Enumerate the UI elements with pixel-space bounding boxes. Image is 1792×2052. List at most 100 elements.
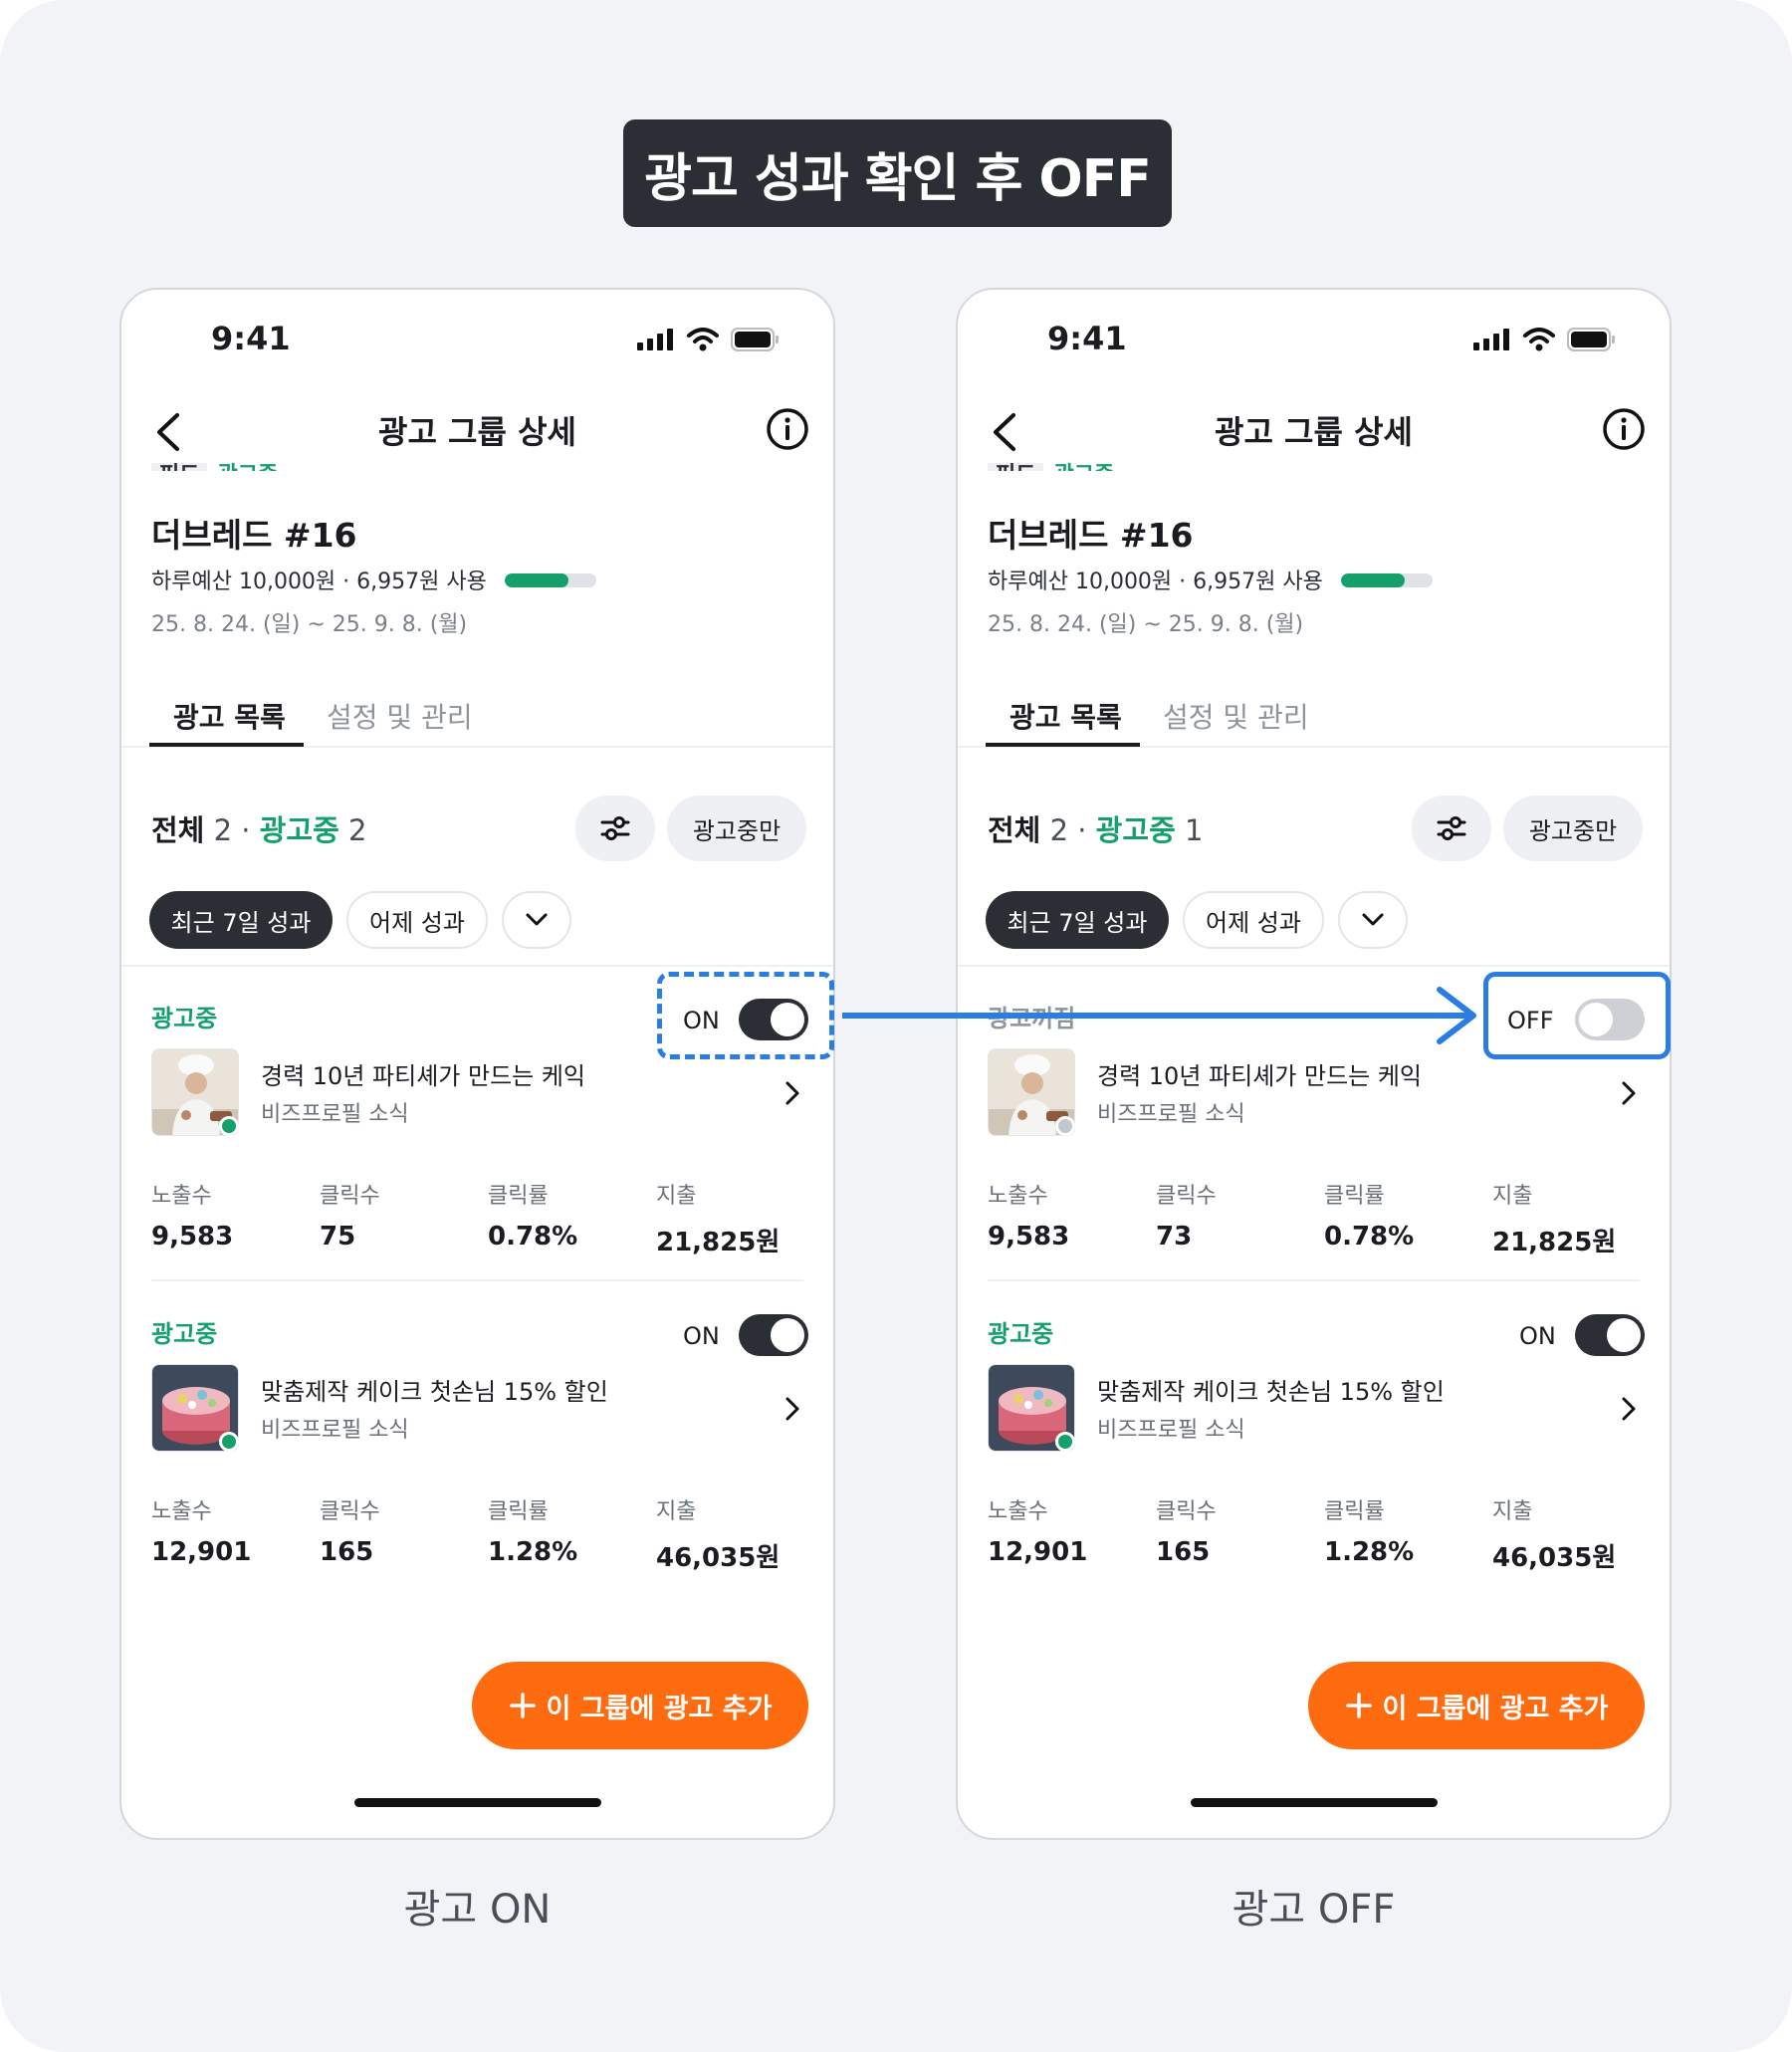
highlight-toggle-off xyxy=(1483,972,1671,1059)
toggle-knob xyxy=(771,1318,804,1352)
budget-text: 하루예산 10,000원 · 6,957원 사용 xyxy=(151,570,487,594)
info-icon[interactable] xyxy=(766,407,809,451)
active-only-button[interactable]: 광고중만 xyxy=(1503,796,1643,861)
ad-count-summary: 전체 2 · 광고중 1 xyxy=(988,807,1203,849)
placement-tag: 피드 xyxy=(988,463,1044,471)
chevron-right-icon[interactable] xyxy=(1619,1078,1639,1108)
active-only-button[interactable]: 광고중만 xyxy=(667,796,806,861)
add-ad-label: 이 그룹에 광고 추가 xyxy=(546,1693,773,1724)
ad-live-dot xyxy=(1055,1432,1075,1452)
caption-ad-off: 광고 OFF xyxy=(1232,1887,1396,1933)
divider xyxy=(121,965,833,967)
metric-impressions: 노출수 12,901 xyxy=(151,1493,321,1567)
summary-active-count: 1 xyxy=(1184,813,1204,847)
ad-live-dot xyxy=(219,1116,239,1136)
phone-ad-off: 9:41 광고 그룹 상세 피드광고중 더브레드 #16 하루예산 10,000… xyxy=(956,288,1672,1840)
status-icons xyxy=(1473,328,1615,351)
ad-title: 경력 10년 파티셰가 만드는 케익 xyxy=(261,1062,586,1090)
divider xyxy=(151,1279,803,1281)
battery-icon xyxy=(1567,328,1615,351)
tab-settings[interactable]: 설정 및 관리 xyxy=(1163,696,1309,736)
metric-value: 21,825원 xyxy=(656,1228,781,1257)
filter-icon xyxy=(1437,816,1466,840)
metric-value: 73 xyxy=(1156,1222,1193,1252)
metric-clicks: 클릭수 165 xyxy=(320,1493,489,1567)
budget-progress-fill xyxy=(505,573,569,587)
metric-label: 클릭률 xyxy=(488,1184,549,1209)
info-icon[interactable] xyxy=(1602,407,1646,451)
tab-bar: 광고 목록 설정 및 관리 xyxy=(958,696,1670,748)
ad-status-label: 광고중 xyxy=(988,1320,1054,1348)
toggle-knob xyxy=(1607,1318,1641,1352)
metric-value: 12,901 xyxy=(988,1537,1088,1567)
metric-label: 클릭률 xyxy=(488,1499,549,1524)
metric-value: 75 xyxy=(320,1222,356,1252)
status-icons xyxy=(637,328,779,351)
metric-label: 클릭수 xyxy=(1156,1184,1217,1209)
chip-recent-7days[interactable]: 최근 7일 성과 xyxy=(149,891,333,949)
metric-impressions: 노출수 9,583 xyxy=(988,1178,1157,1252)
summary-all-count: 2 xyxy=(1049,813,1069,847)
filter-button[interactable] xyxy=(575,796,655,861)
chevron-right-icon[interactable] xyxy=(1619,1394,1639,1424)
placement-tag: 피드 xyxy=(151,463,208,471)
budget-progress xyxy=(505,573,596,587)
metric-label: 지출 xyxy=(656,1499,697,1524)
plus-icon xyxy=(1345,1693,1372,1718)
metric-label: 클릭수 xyxy=(320,1499,380,1524)
metric-spend: 지출 21,825원 xyxy=(656,1178,825,1258)
ad-item[interactable]: 광고중 ON 맞춤제작 케이크 첫손님 15% 할인 비즈프로필 소식 노출수 1… xyxy=(958,1314,1670,1613)
ad-title: 맞춤제작 케이크 첫손님 15% 할인 xyxy=(1097,1378,1445,1406)
home-indicator xyxy=(354,1798,601,1807)
budget-progress-fill xyxy=(1341,573,1406,587)
metric-label: 지출 xyxy=(1492,1499,1533,1524)
tab-ad-list[interactable]: 광고 목록 xyxy=(1009,696,1122,736)
add-ad-button[interactable]: 이 그룹에 광고 추가 xyxy=(1308,1662,1645,1749)
filter-button[interactable] xyxy=(1412,796,1491,861)
ad-live-dot xyxy=(219,1432,239,1452)
ad-toggle-switch[interactable] xyxy=(1575,1314,1645,1356)
chevron-right-icon[interactable] xyxy=(783,1078,802,1108)
period-dropdown[interactable] xyxy=(1338,891,1408,949)
metric-value: 12,901 xyxy=(151,1537,252,1567)
metric-value: 1.28% xyxy=(1324,1537,1415,1567)
metric-clicks: 클릭수 73 xyxy=(1156,1178,1325,1252)
canvas: 광고 성과 확인 후 OFF 9:41 광고 그룹 상세 피드광고중 더브레드 … xyxy=(0,0,1792,2052)
metric-spend: 지출 46,035원 xyxy=(656,1493,825,1574)
tab-ad-list[interactable]: 광고 목록 xyxy=(173,696,286,736)
metric-value: 0.78% xyxy=(1324,1222,1415,1252)
metric-impressions: 노출수 9,583 xyxy=(151,1178,321,1252)
ad-title: 맞춤제작 케이크 첫손님 15% 할인 xyxy=(261,1378,608,1406)
metric-label: 노출수 xyxy=(988,1184,1048,1209)
toggle-state-label: ON xyxy=(683,1322,720,1350)
metric-label: 클릭수 xyxy=(1156,1499,1217,1524)
metric-value: 21,825원 xyxy=(1492,1228,1617,1257)
page-title: 광고 그룹 상세 xyxy=(378,413,576,451)
ad-status-label: 광고중 xyxy=(151,1320,218,1348)
ad-source: 비즈프로필 소식 xyxy=(1097,1418,1245,1443)
tab-settings[interactable]: 설정 및 관리 xyxy=(327,696,473,736)
home-indicator xyxy=(1191,1798,1438,1807)
ad-source: 비즈프로필 소식 xyxy=(1097,1102,1245,1127)
ad-item[interactable]: 광고중 ON 맞춤제작 케이크 첫손님 15% 할인 비즈프로필 소식 노출수 1… xyxy=(121,1314,833,1613)
chevron-right-icon[interactable] xyxy=(783,1394,802,1424)
phone-ad-on: 9:41 광고 그룹 상세 피드광고중 더브레드 #16 하루예산 10,000… xyxy=(119,288,835,1840)
ad-toggle-switch[interactable] xyxy=(739,1314,808,1356)
campaign-dates: 25. 8. 24. (일) ~ 25. 9. 8. (월) xyxy=(151,612,468,637)
arrow-right-icon xyxy=(842,987,1476,1044)
banner-title: 광고 성과 확인 후 OFF xyxy=(623,119,1172,227)
campaign-title: 더브레드 #16 xyxy=(988,516,1194,555)
summary-active-label: 광고중 xyxy=(259,813,339,847)
period-dropdown[interactable] xyxy=(502,891,571,949)
add-ad-button[interactable]: 이 그룹에 광고 추가 xyxy=(472,1662,808,1749)
chip-yesterday[interactable]: 어제 성과 xyxy=(346,891,488,949)
chip-recent-7days[interactable]: 최근 7일 성과 xyxy=(986,891,1169,949)
chip-yesterday[interactable]: 어제 성과 xyxy=(1183,891,1324,949)
divider xyxy=(988,1279,1640,1281)
metric-clicks: 클릭수 75 xyxy=(320,1178,489,1252)
ad-source: 비즈프로필 소식 xyxy=(261,1418,409,1443)
metric-ctr: 클릭률 1.28% xyxy=(488,1493,657,1567)
wifi-icon xyxy=(687,328,719,351)
tab-bar: 광고 목록 설정 및 관리 xyxy=(121,696,833,748)
metric-ctr: 클릭률 0.78% xyxy=(488,1178,657,1252)
